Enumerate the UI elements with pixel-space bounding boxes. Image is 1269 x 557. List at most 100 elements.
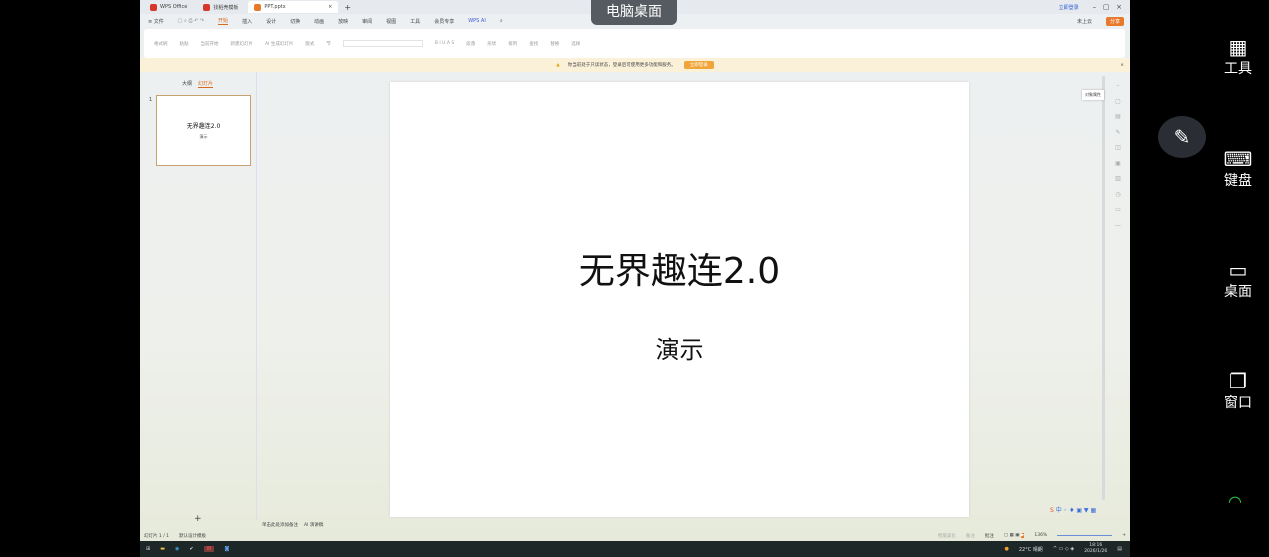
weather-icon: ● [1004,546,1009,552]
close-icon[interactable]: × [1120,63,1124,68]
cloud-status[interactable]: 未上云 [1077,18,1092,25]
keyboard-label: 键盘 [1224,173,1252,189]
tab-ppt[interactable]: PPT.pptx × [248,1,339,13]
right-toolbar[interactable]: – ▢ ▤ ✎ ◫ ▣ ▥ ◷ ▭ — [1115,78,1121,233]
vertical-scrollbar[interactable] [1102,76,1105,500]
tab-wps-office[interactable]: WPS Office [144,1,193,13]
template-icon [203,3,211,11]
remote-desktop-label: 电脑桌面 [591,0,677,25]
menu-view[interactable]: 视图 [386,18,396,25]
ai-speech-button[interactable]: AI 演讲稿 [304,522,323,528]
new-tab-button[interactable]: + [344,3,351,12]
paragraph-buttons[interactable]: 段落 [466,41,475,47]
layout-button[interactable]: 版式 [305,41,314,47]
menu-tools[interactable]: 工具 [410,18,420,25]
weather-text[interactable]: 22°C 晴朗 [1019,546,1043,553]
paste-button[interactable]: 粘贴 [180,41,189,47]
notes-button[interactable]: 备注 [966,533,975,539]
smart-beautify-button[interactable]: 智能美化 [938,533,956,539]
theme-name[interactable]: 默认设计模板 [179,533,206,539]
comment-button[interactable]: 批注 [985,533,994,539]
tray-icons[interactable]: ^ ▭ ◇ ◈ [1053,546,1074,552]
steam-icon[interactable]: ✔ [189,546,193,552]
notice-login-button[interactable]: 立即登录 [683,61,714,69]
edge-icon[interactable]: ◉ [175,546,179,552]
notes-bar: 单击此处添加备注 AI 演讲稿 [258,520,1130,530]
app-icon[interactable]: ◙ [224,546,229,552]
menu-wps-ai[interactable]: WPS AI [468,18,486,24]
font-select[interactable] [342,40,423,47]
status-bar: 幻灯片 1 / 1 默认设计模板 智能美化 备注 批注 ▢ ▦ ▣ ▶ 136%… [140,530,1130,541]
menu-home[interactable]: 开始 [218,17,229,25]
file-explorer-icon[interactable]: ▬ [160,546,165,552]
play-button[interactable]: 当前开始 [201,41,219,47]
replace-button[interactable]: 替换 [550,41,559,47]
view-buttons[interactable]: ▢ ▦ ▣ ▶ [1004,533,1025,538]
window-controls[interactable]: – ▢ × [1093,3,1122,11]
find-button[interactable]: 查找 [529,41,538,47]
remote-screen: WPS Office 找稻壳模板 PPT.pptx × + 立即登录 – ▢ × … [140,0,1130,557]
remote-side-panel: ▦ 工具 ✎ ⌨ 键盘 ▭ 桌面 ❐ 窗口 ◠ [1130,0,1269,557]
tooltip: 对象属性 [1082,90,1104,100]
keyboard-button[interactable]: ⌨ 键盘 [1210,148,1266,190]
desktop-label: 桌面 [1224,284,1252,300]
notes-input[interactable]: 单击此处添加备注 [262,522,298,528]
menu-slideshow[interactable]: 放映 [338,18,348,25]
taskbar: ⊞ ▬ ◉ ✔ W ◙ ● 22°C 晴朗 ^ ▭ ◇ ◈ 18:16 2026/… [140,541,1130,557]
grid-icon: ▦ [1228,35,1248,59]
tools-label: 工具 [1224,61,1252,77]
zoom-in-button[interactable]: + [1122,533,1126,538]
close-icon[interactable]: × [328,4,332,10]
tab-label: 找稻壳模板 [213,4,239,11]
quick-access[interactable]: ▢ ⌕ ⎙ ↶ ↷ [178,18,204,24]
window-button[interactable]: ❐ 窗口 [1210,370,1266,412]
zoom-level[interactable]: 136% [1034,533,1047,538]
tab-templates[interactable]: 找稻壳模板 [197,1,244,13]
window-label: 窗口 [1224,395,1252,411]
tab-outline[interactable]: 大纲 [182,80,192,88]
menu-animation[interactable]: 动画 [314,18,324,25]
tools-button[interactable]: ▦ 工具 [1210,36,1266,78]
share-button[interactable]: 分享 [1105,16,1124,26]
windows-icon: ❐ [1229,369,1247,393]
menu-insert[interactable]: 插入 [242,18,252,25]
slide-title[interactable]: 无界趣连2.0 [390,242,969,294]
file-menu[interactable]: ≡ 文件 [148,18,164,25]
keyboard-icon: ⌨ [1223,147,1253,171]
desktop-button[interactable]: ▭ 桌面 [1210,259,1266,301]
tab-slides[interactable]: 幻灯片 [198,80,214,88]
login-link[interactable]: 立即登录 [1059,4,1079,11]
ai-slide-button[interactable]: AI 生成幻灯片 [265,41,293,47]
font-style-buttons[interactable]: B I U A S [435,41,454,46]
search-icon[interactable]: ⌕ [500,18,503,24]
ime-toolbar[interactable]: S 中 ◦ ♦ ▣ ▼ ▦ [1050,505,1096,514]
slide-thumbnail[interactable]: 无界趣连2.0 演示 [156,95,251,166]
notification-icon[interactable]: ▤ [1117,546,1122,552]
menu-member[interactable]: 会员专享 [434,18,454,25]
clock-time[interactable]: 18:16 [1089,543,1102,548]
tab-label: WPS Office [160,4,188,10]
add-slide-button[interactable]: + [194,514,202,524]
mouse-mode-button[interactable]: ✎ [1158,116,1206,158]
wifi-icon: ◠ [1228,492,1242,511]
notice-bar: ▲ 你当前处于只读状态，登录后可使用更多功能和服务。 立即登录 × [140,58,1130,72]
menu-design[interactable]: 设计 [266,18,276,25]
slide-subtitle[interactable]: 演示 [390,330,969,365]
tab-label: PPT.pptx [264,4,286,10]
slide-panel: 大纲 幻灯片 1 无界趣连2.0 演示 + [140,72,257,524]
slide-canvas[interactable]: 无界趣连2.0 演示 [390,82,969,517]
shape-button[interactable]: 形状 [487,41,496,47]
new-slide-button[interactable]: 新建幻灯片 [231,41,254,47]
format-painter-button[interactable]: 格式刷 [154,41,168,47]
zoom-slider[interactable] [1057,535,1113,536]
warning-icon: ▲ [556,62,560,68]
wps-taskbar-icon[interactable]: W [203,546,215,552]
arrange-button[interactable]: 排列 [508,41,517,47]
menu-transition[interactable]: 切换 [290,18,300,25]
clock-date[interactable]: 2026/1/26 [1084,549,1107,554]
thumb-subtitle: 演示 [199,134,208,139]
start-icon[interactable]: ⊞ [146,546,150,552]
menu-review[interactable]: 审阅 [362,18,372,25]
section-button[interactable]: 节 [326,41,331,47]
select-button[interactable]: 选择 [571,41,580,47]
